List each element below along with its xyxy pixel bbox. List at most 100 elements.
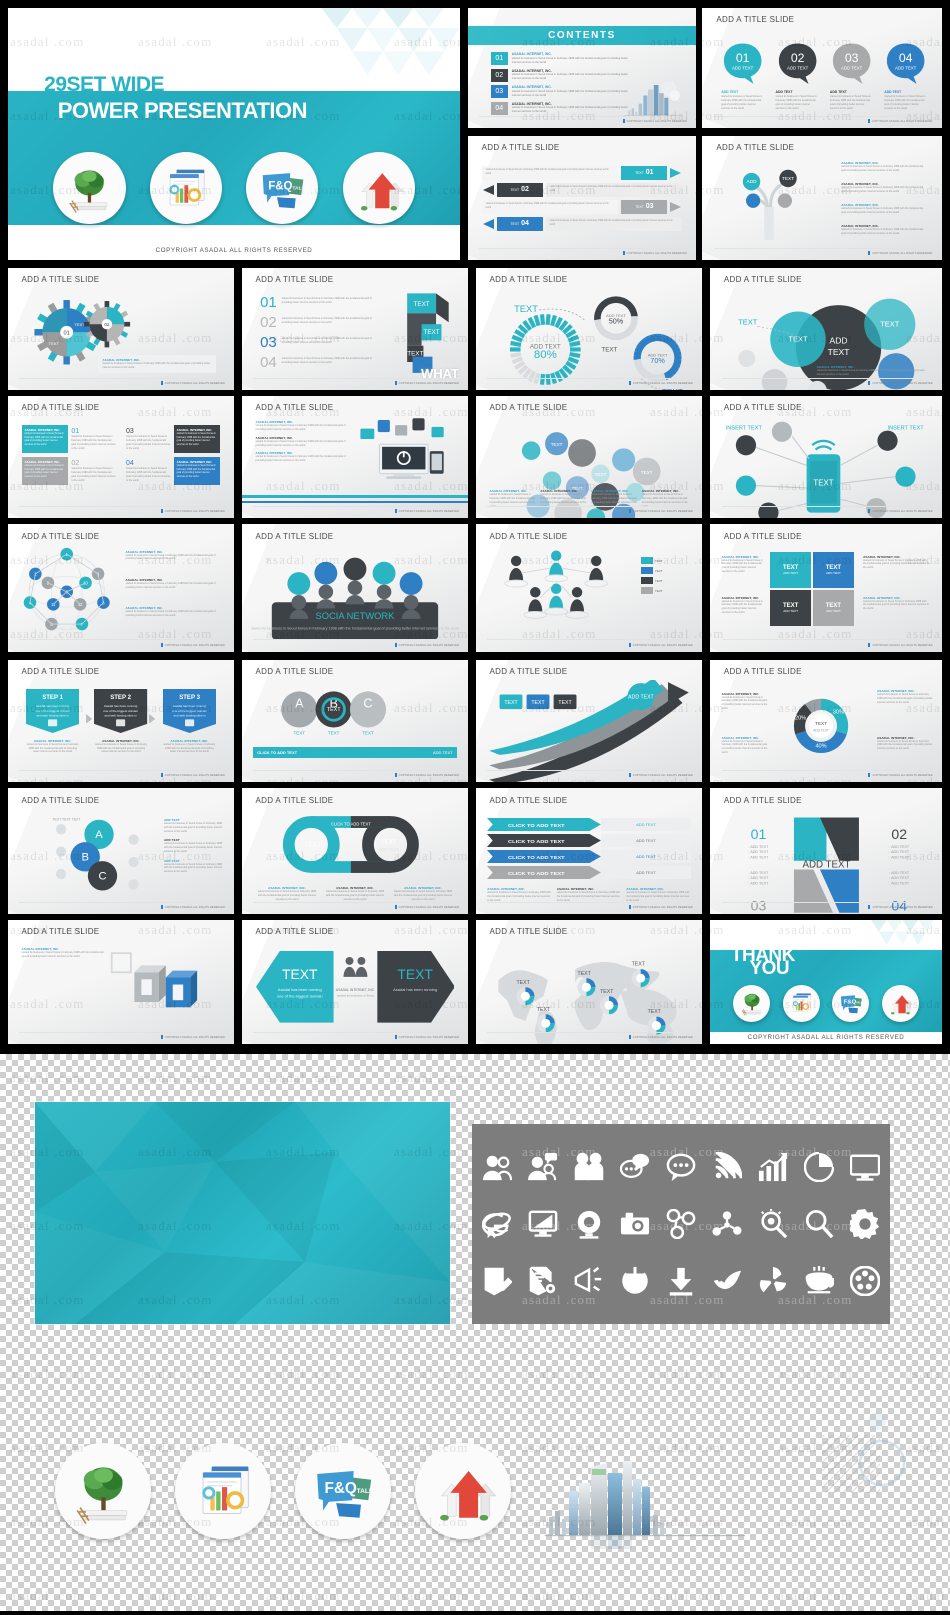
teardrop-label: ADD TEXT <box>775 90 793 95</box>
legend-item[interactable]: TEXT <box>640 577 691 585</box>
arrow-bar-row[interactable]: started its business in Seoul Korea in F… <box>481 199 683 214</box>
ribbon-row[interactable]: CLICK TO ADD TEXT ADD TEXT <box>487 850 691 864</box>
coffee-cup-icon <box>804 1266 834 1296</box>
hero-title-line2: POWER PRESENTATION <box>57 97 308 123</box>
slide-title: ADD A TITLE SLIDE <box>723 667 802 677</box>
ribbon-right-label: ADD TEXT <box>601 834 691 848</box>
slide-thumb-mobilenet[interactable]: TEXT INSERT TEXT INSERT TEXT INSERT TEXT… <box>710 396 942 518</box>
slide-thumb-donut[interactable]: 30% 40% 20% TEXT ADD TEXT ASADAL INTERNET,… <box>710 660 942 782</box>
arrow-bar-text: TEXT <box>635 204 644 209</box>
slide-thumb-venn[interactable]: A B C TEXT TEXT TEXT ADD TEXT started it… <box>8 788 234 914</box>
legend-item[interactable]: TEXT <box>640 587 691 595</box>
contents-row[interactable]: 02 ASADAL INTERNET, INC. started its bus… <box>490 68 632 82</box>
arrow-bar-row[interactable]: started its business in Seoul Korea in F… <box>482 182 683 197</box>
svg-text:: ADD TEXT: : ADD TEXT <box>748 881 769 885</box>
handshake-people-icon <box>574 1152 604 1182</box>
rss-wifi-icon <box>712 1151 742 1182</box>
contents-row[interactable]: 04 ASADAL INTERNET, INC. started its bus… <box>490 101 632 115</box>
svg-text:TEXT: TEXT <box>632 962 646 968</box>
quad-cell[interactable]: TEXT ADD TEXT <box>813 590 854 627</box>
monitor-slash-icon <box>528 1209 558 1239</box>
slide-thumb-splitlist[interactable]: ASADAL INTERNET, INC. started its busine… <box>8 396 234 518</box>
svg-text:B: B <box>81 851 88 863</box>
slide-thumb-hexpair[interactable]: TEXT Asadal has been running one of the … <box>242 920 468 1044</box>
svg-text:TEXT: TEXT <box>578 971 592 977</box>
slide-thumb-social[interactable]: SOCIA NETWORK started its business in Se… <box>242 524 468 652</box>
svg-text:C: C <box>363 697 372 711</box>
teardrop-item[interactable]: 04 ADD TEXT ADD TEXT started its busines… <box>884 42 927 111</box>
fq-talk-bubble-icon: TALK F&Q <box>295 1443 391 1539</box>
svg-text:TEXT: TEXT <box>328 731 340 736</box>
slide-thumb-steps[interactable]: STEP 1 Asadal has been running one of th… <box>8 660 234 782</box>
ribbon-row[interactable]: CLICK TO ADD TEXT ADD TEXT <box>487 834 691 848</box>
split-row[interactable]: ASADAL INTERNET, INC. started its busine… <box>21 457 119 486</box>
text-block: ASADAL INTERNET, INC. started its busine… <box>721 691 768 710</box>
step-item[interactable]: STEP 1 Asadal has been running one of th… <box>26 689 80 754</box>
slide-thumb-quadbox[interactable]: TEXT ADD TEXT TEXT ADD TEXT TEXT ADD TEX… <box>710 524 942 652</box>
slide-thumb-worldmap[interactable]: TEXT TEXT TEXT TEXT TEXT TEXT ADD A TITL… <box>476 920 702 1044</box>
map-pin[interactable]: TEXT <box>537 1007 556 1033</box>
number-list-row[interactable]: 01 started its business in Seoul Korea i… <box>260 295 373 310</box>
slide-thumb-abc[interactable]: A B C TEXT TEXT TEXT TEXT CLICK TO ADD T… <box>242 660 468 782</box>
contents-row[interactable]: 03 ASADAL INTERNET, INC. started its bus… <box>490 85 632 99</box>
footer-rule <box>487 901 693 903</box>
step-item[interactable]: STEP 2 Asadal has been running one of th… <box>94 689 148 754</box>
ribbon-arrow: CLICK TO ADD TEXT <box>487 834 602 848</box>
cta-bar[interactable]: CLICK TO ADD TEXT ADD TEXT <box>253 746 457 758</box>
arrow-bar-text: TEXT <box>635 170 644 175</box>
step-item[interactable]: STEP 3 Asadal has been running one of th… <box>162 689 216 754</box>
legend-item[interactable]: TEXT <box>640 567 691 575</box>
slide-thumb-numlist[interactable]: 01 started its business in Seoul Korea i… <box>242 268 468 390</box>
red-arrow-up-icon <box>342 152 415 225</box>
slide-thumb-bubbles[interactable]: ADD TEXT TEXT TEXT TEXT ASADAL INTERNET,… <box>710 268 942 390</box>
number-list-row[interactable]: 04 started its business in Seoul Korea i… <box>260 355 373 370</box>
slide-thumb-gears[interactable]: 01 TEXT TEXT 02 ASADAL INTERNET, INC. sta… <box>8 268 234 390</box>
legend-item[interactable]: TEXT <box>640 557 691 565</box>
slide-thumb-devices[interactable]: ASADAL INTERNET, INC. started its busine… <box>242 396 468 518</box>
slide-thumb-circlenet[interactable]: TEXT TEXT TEXT TEXT ASADAL INTERNET, INC. s… <box>476 396 702 518</box>
quad-cell[interactable]: TEXT ADD TEXT <box>813 552 854 589</box>
slide-thumb-thanks[interactable]: THANK YOU TALK F&Q COPYRIGHT ASADAL ALL … <box>710 920 942 1044</box>
svg-text:and web hosting sites in: and web hosting sites in <box>37 714 70 718</box>
teardrop-item[interactable]: 02 ADD TEXT ADD TEXT started its busines… <box>776 42 819 111</box>
split-row[interactable]: 03 started its business in Seoul Korea i… <box>123 425 221 454</box>
ribbon-arrow: CLICK TO ADD TEXT <box>487 866 602 880</box>
slide-thumb-ribbons[interactable]: CLICK TO ADD TEXT ADD TEXT CLICK TO ADD … <box>476 788 702 914</box>
teal-polygon-background <box>35 1102 450 1324</box>
slide-thumb-arrowbars[interactable]: started its business in Seoul Korea in F… <box>468 136 696 260</box>
device-graphic <box>360 418 444 480</box>
number-list-row[interactable]: 03 started its business in Seoul Korea i… <box>260 335 373 350</box>
quad-cell[interactable]: TEXT ADD TEXT <box>770 590 812 627</box>
slide-title: ADD A TITLE SLIDE <box>255 531 334 541</box>
slide-thumb-gauges[interactable]: ADD TEXT 80% ADD TEXT 50% ADD TEXT 70% TEXT… <box>476 268 702 390</box>
slide-thumb-globe[interactable]: 1 2 3 4 5 6 7 8 9 10 11 12 ASADAL INTERN… <box>8 524 234 652</box>
arrow-bar-row[interactable]: started its business in Seoul Korea in F… <box>482 216 683 231</box>
slide-thumb-people[interactable]: TEXT TEXT TEXT TEXT ADD A TITLE SLIDE CO… <box>476 524 702 652</box>
slide-thumb-contents[interactable]: CONTENTS 01 ASADAL INTERNET, INC. starte… <box>468 8 696 128</box>
number-list-row[interactable]: 02 started its business in Seoul Korea i… <box>260 315 373 330</box>
arrow-bar-row[interactable]: started its business in Seoul Korea in F… <box>481 165 683 180</box>
slide-thumb-title[interactable]: 29SET WIDE POWER PRESENTATION TALK F&Q C… <box>8 8 460 260</box>
svg-text:: ADD TEXT: : ADD TEXT <box>748 850 769 854</box>
teardrop-item[interactable]: 03 ADD TEXT ADD TEXT started its busines… <box>830 42 873 111</box>
split-row[interactable]: 04 started its business in Seoul Korea i… <box>123 457 221 486</box>
svg-text:TEXT: TEXT <box>326 708 341 714</box>
ribbon-row[interactable]: CLICK TO ADD TEXT ADD TEXT <box>487 866 691 880</box>
slide-thumb-teardrops[interactable]: 01 ADD TEXT ADD TEXT started its busines… <box>702 8 942 128</box>
film-reel-icon <box>850 1266 880 1297</box>
slide-footer: COPYRIGHT ASADAL ALL RIGHTS RESERVED <box>868 119 932 123</box>
svg-text:TEXT: TEXT <box>74 322 85 327</box>
slide-thumb-tree[interactable]: ADD TEXT ASADAL INTERNET, INC. started i… <box>702 136 942 260</box>
ribbon-row[interactable]: CLICK TO ADD TEXT ADD TEXT <box>487 818 691 832</box>
slide-thumb-frames3d[interactable]: ASADAL INTERNET, INC. started its busines… <box>8 920 234 1044</box>
slide-thumb-infinity[interactable]: TEXT TEXT ADD TEXT CLICK TO ADD TEXT ASA… <box>242 788 468 914</box>
quad-cell[interactable]: TEXT ADD TEXT <box>770 552 812 589</box>
teardrop-item[interactable]: 01 ADD TEXT ADD TEXT started its busines… <box>721 42 764 111</box>
split-row[interactable]: ASADAL INTERNET, INC. started its busine… <box>21 425 119 454</box>
slide-thumb-arrows3d[interactable]: ADD TEXT TEXT TEXT TEXT ADD A TITLE SLID… <box>476 660 702 782</box>
text-block: ASADAL INTERNET, INC. started its busine… <box>841 202 924 214</box>
icon-row-1 <box>482 1151 880 1182</box>
slide-thumb-xarrows[interactable]: 01 02 03 04 ADD TEXT : ADD TEXT : ADD TE… <box>710 788 942 914</box>
contents-row[interactable]: 01 ASADAL INTERNET, INC. started its bus… <box>490 52 632 66</box>
map-pin[interactable]: TEXT <box>631 962 650 988</box>
